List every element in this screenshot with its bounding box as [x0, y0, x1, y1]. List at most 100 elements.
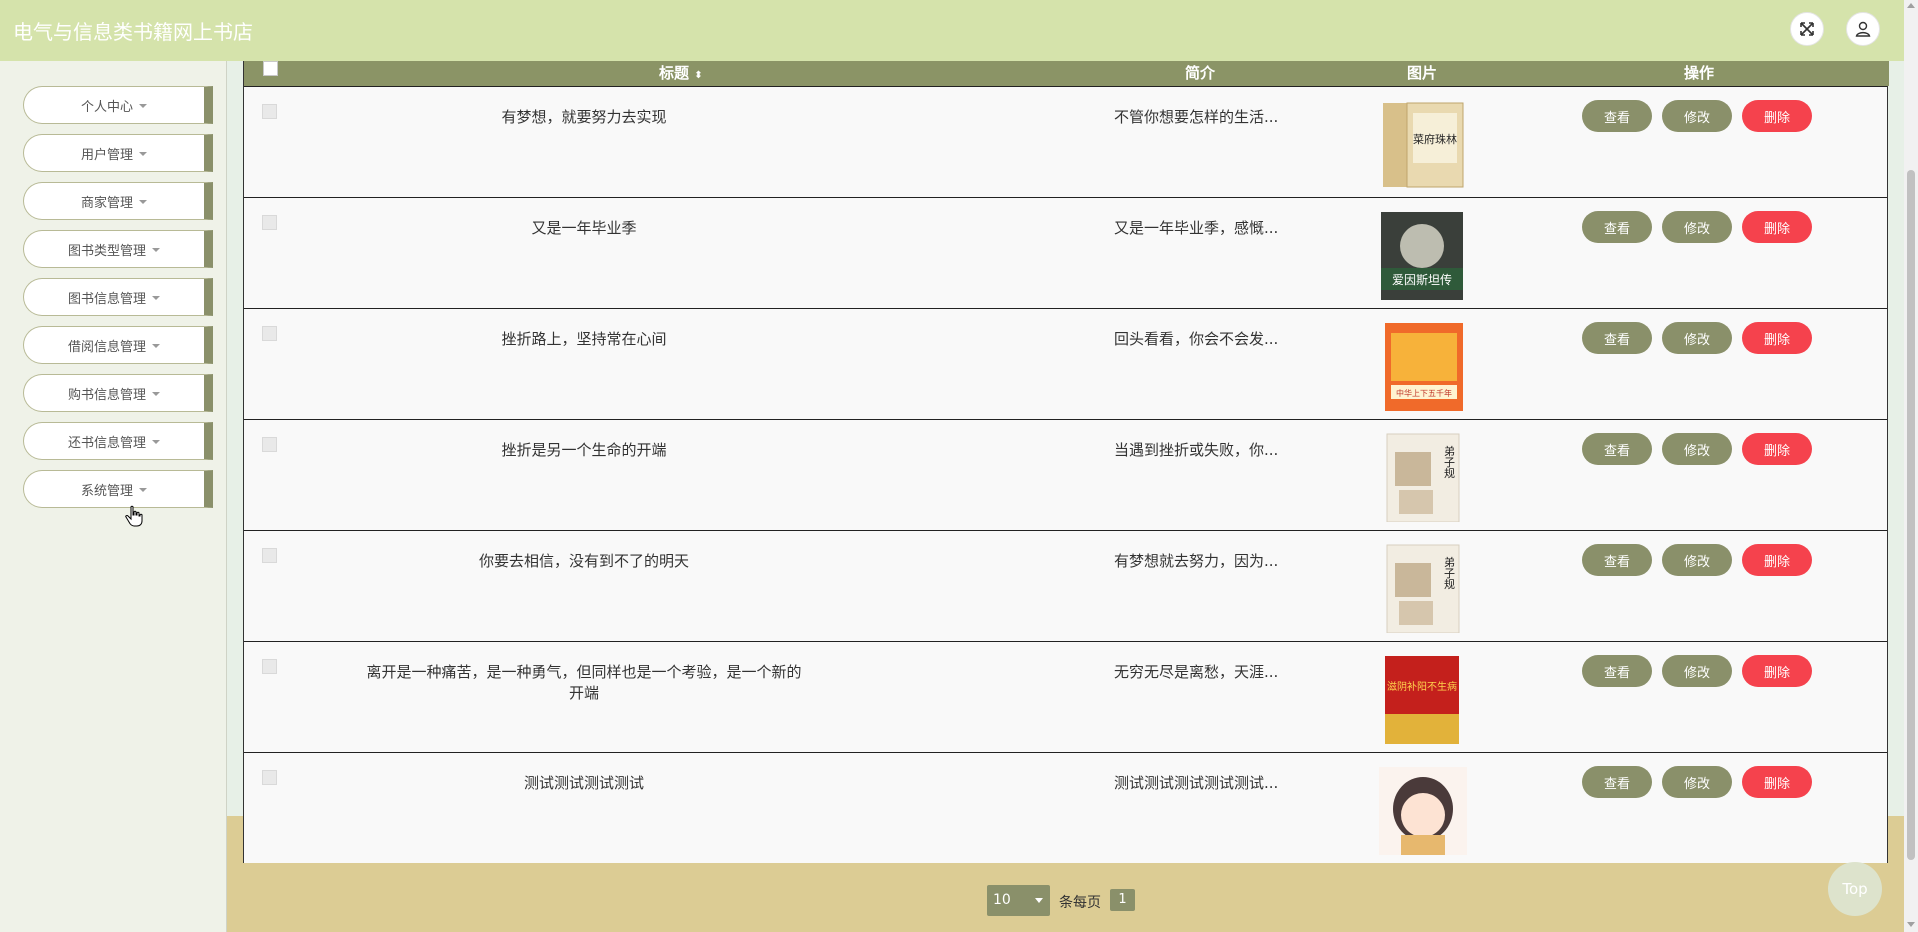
view-button[interactable]: 查看 [1582, 100, 1652, 132]
delete-button[interactable]: 删除 [1742, 433, 1812, 465]
sidebar-item-merchants[interactable]: 商家管理 [23, 182, 213, 220]
select-all-checkbox[interactable] [263, 61, 278, 76]
delete-button[interactable]: 删除 [1742, 655, 1812, 687]
row-checkbox[interactable] [262, 770, 277, 785]
app-title: 电气与信息类书籍网上书店 [13, 20, 253, 44]
page-size-select[interactable]: 10 [987, 885, 1050, 916]
hand-cursor-icon [125, 505, 143, 527]
table-header: 标题 ⬍ 简介 图片 操作 [244, 58, 1889, 86]
sort-icon: ⬍ [694, 70, 703, 81]
sidebar-item-book-types[interactable]: 图书类型管理 [23, 230, 213, 268]
table-row: 离开是一种痛苦，是一种勇气，但同样也是一个考验，是一个新的开端 无穷无尽是离愁，… [244, 641, 1887, 752]
edit-button[interactable]: 修改 [1662, 322, 1732, 354]
sidebar-item-label: 借阅信息管理 [67, 339, 146, 355]
view-button[interactable]: 查看 [1582, 544, 1652, 576]
delete-button[interactable]: 删除 [1742, 100, 1812, 132]
edit-button[interactable]: 修改 [1662, 544, 1732, 576]
scroll-up-icon[interactable] [1907, 3, 1915, 8]
row-title: 离开是一种痛苦，是一种勇气，但同样也是一个考验，是一个新的开端 [366, 663, 802, 702]
table-row: 有梦想，就要努力去实现 不管你想要怎样的生活... 菜府珠林 查看 修改 删除 [244, 86, 1887, 197]
delete-button[interactable]: 删除 [1742, 544, 1812, 576]
delete-button[interactable]: 删除 [1742, 766, 1812, 798]
scrollbar[interactable] [1904, 0, 1918, 932]
view-button[interactable]: 查看 [1582, 322, 1652, 354]
row-checkbox[interactable] [262, 326, 277, 341]
book-cover: 中华上下五千年 [1374, 321, 1470, 411]
sidebar-item-label: 购书信息管理 [67, 387, 146, 403]
delete-button[interactable]: 删除 [1742, 322, 1812, 354]
row-intro: 当遇到挫折或失败，你... [1114, 441, 1279, 459]
row-checkbox[interactable] [262, 659, 277, 674]
edit-button[interactable]: 修改 [1662, 655, 1732, 687]
sidebar-item-borrow-info[interactable]: 借阅信息管理 [23, 326, 213, 364]
row-title: 有梦想，就要努力去实现 [501, 108, 667, 126]
back-to-top-button[interactable]: Top [1828, 862, 1882, 916]
book-cover: 弟子规 [1374, 543, 1470, 633]
table-row: 你要去相信，没有到不了的明天 有梦想就去努力，因为... 弟子规 查看 修改 删… [244, 530, 1887, 641]
row-checkbox[interactable] [262, 215, 277, 230]
book-cover: 滋阴补阳不生病 [1374, 654, 1470, 744]
sidebar-item-personal-center[interactable]: 个人中心 [23, 86, 213, 124]
header-title[interactable]: 标题 ⬍ [659, 62, 703, 83]
sidebar-item-users[interactable]: 用户管理 [23, 134, 213, 172]
row-title: 又是一年毕业季 [531, 219, 637, 237]
table-row: 测试测试测试测试 测试测试测试测试测试... 查看 修改 删除 [244, 752, 1887, 863]
caret-down-icon [152, 248, 160, 252]
row-title: 测试测试测试测试 [523, 774, 644, 792]
view-button[interactable]: 查看 [1582, 766, 1652, 798]
edit-button[interactable]: 修改 [1662, 211, 1732, 243]
row-title: 挫折路上，坚持常在心间 [501, 330, 667, 348]
sidebar-item-return-info[interactable]: 还书信息管理 [23, 422, 213, 460]
user-button[interactable] [1846, 12, 1880, 46]
edit-button[interactable]: 修改 [1662, 433, 1732, 465]
header-title-label: 标题 [659, 64, 690, 82]
book-table: 标题 ⬍ 简介 图片 操作 有梦想，就要努力去实现 不管你想要怎样的生活... … [243, 57, 1889, 863]
caret-down-icon [139, 104, 147, 108]
edit-button[interactable]: 修改 [1662, 100, 1732, 132]
view-button[interactable]: 查看 [1582, 655, 1652, 687]
page-number-button[interactable]: 1 [1110, 889, 1135, 911]
caret-down-icon [139, 152, 147, 156]
per-page-label: 条每页 [1059, 895, 1101, 911]
cover-title: 中华上下五千年 [1396, 388, 1452, 398]
book-cover [1374, 765, 1470, 855]
sidebar-item-book-info[interactable]: 图书信息管理 [23, 278, 213, 316]
table-row: 挫折路上，坚持常在心间 回头看看，你会不会发... 中华上下五千年 查看 修改 … [244, 308, 1887, 419]
sidebar-item-label: 个人中心 [80, 99, 133, 115]
view-button[interactable]: 查看 [1582, 211, 1652, 243]
scrollbar-thumb[interactable] [1907, 170, 1915, 860]
delete-button[interactable]: 删除 [1742, 211, 1812, 243]
cover-title: 爱因斯坦传 [1392, 272, 1452, 287]
caret-down-icon [152, 440, 160, 444]
book-cover: 弟子规 [1374, 432, 1470, 522]
sidebar-item-label: 商家管理 [80, 195, 133, 211]
chevron-down-icon [1035, 898, 1043, 903]
caret-down-icon [152, 296, 160, 300]
caret-down-icon [139, 488, 147, 492]
fullscreen-button[interactable] [1790, 12, 1824, 46]
table-row: 又是一年毕业季 又是一年毕业季，感慨... 爱因斯坦传 查看 修改 删除 [244, 197, 1887, 308]
view-button[interactable]: 查看 [1582, 433, 1652, 465]
row-title: 挫折是另一个生命的开端 [501, 441, 667, 459]
edit-button[interactable]: 修改 [1662, 766, 1732, 798]
table-row: 挫折是另一个生命的开端 当遇到挫折或失败，你... 弟子规 查看 修改 删除 [244, 419, 1887, 530]
scroll-down-icon[interactable] [1907, 922, 1915, 927]
row-checkbox[interactable] [262, 437, 277, 452]
sidebar-item-label: 系统管理 [80, 483, 133, 499]
sidebar-item-label: 还书信息管理 [67, 435, 146, 451]
cover-title: 菜府珠林 [1413, 132, 1457, 146]
row-intro: 有梦想就去努力，因为... [1114, 552, 1279, 570]
top-bar: 电气与信息类书籍网上书店 [0, 0, 1904, 61]
sidebar-item-purchase-info[interactable]: 购书信息管理 [23, 374, 213, 412]
header-intro: 简介 [1185, 64, 1216, 82]
sidebar-item-label: 图书类型管理 [67, 243, 146, 259]
row-checkbox[interactable] [262, 104, 277, 119]
header-image: 图片 [1407, 64, 1438, 82]
row-checkbox[interactable] [262, 548, 277, 563]
sidebar-item-system[interactable]: 系统管理 [23, 470, 213, 508]
cover-title: 弟子规 [1443, 556, 1456, 589]
cover-title: 滋阴补阳不生病 [1387, 680, 1457, 693]
sidebar-item-label: 用户管理 [80, 147, 133, 163]
row-intro: 又是一年毕业季，感慨... [1114, 219, 1279, 237]
book-cover: 菜府珠林 [1374, 99, 1470, 189]
